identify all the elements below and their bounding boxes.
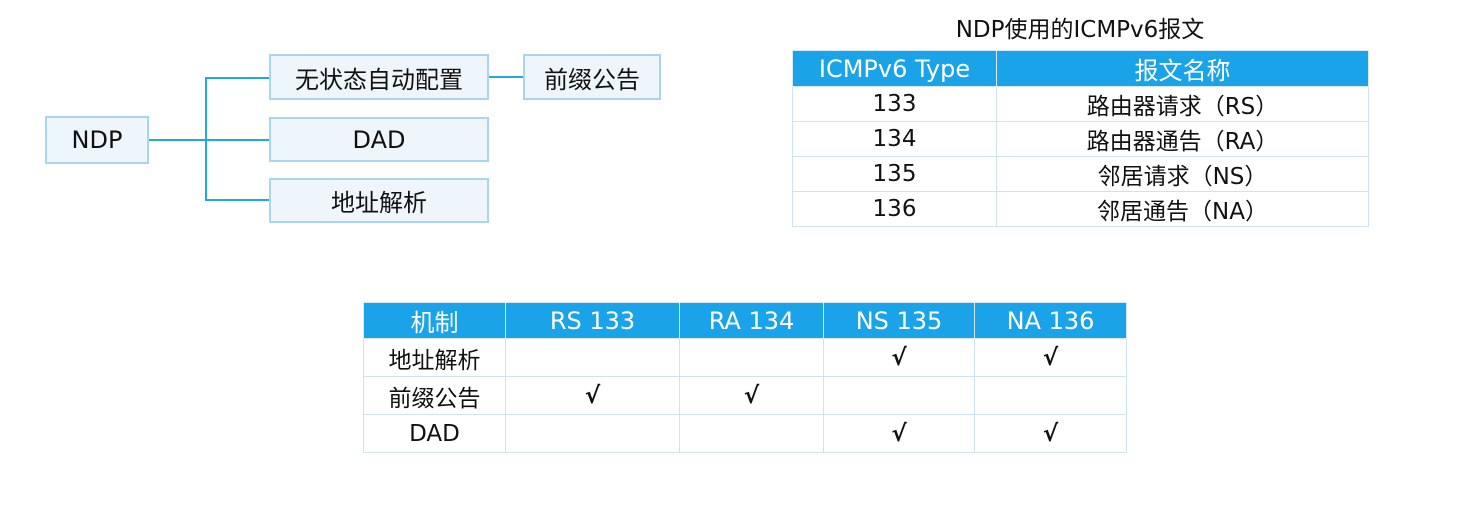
table-row: 前缀公告 √ √ <box>363 376 1127 415</box>
table-row: 133 路由器请求（RS） <box>792 86 1369 122</box>
mechanism-name-cell: 地址解析 <box>363 338 506 377</box>
type-table-title: NDP使用的ICMPv6报文 <box>955 17 1205 43</box>
check-cell <box>505 338 680 377</box>
check-cell <box>823 376 975 415</box>
ndp-root-label: NDP <box>71 126 123 154</box>
type-cell: 136 <box>792 191 997 227</box>
type-cell: 133 <box>792 86 997 122</box>
mechanism-header-cell: RA 134 <box>679 302 824 339</box>
check-cell <box>974 376 1127 415</box>
message-name-cell: 路由器请求（RS） <box>996 86 1369 122</box>
check-cell: √ <box>505 376 680 415</box>
mechanism-name-cell: DAD <box>363 414 506 453</box>
check-cell: √ <box>823 414 975 453</box>
ndp-root-box: NDP <box>45 116 149 164</box>
table-row: DAD √ √ <box>363 414 1127 453</box>
message-name-cell: 邻居请求（NS） <box>996 156 1369 192</box>
branch-label-slaac: 无状态自动配置 <box>295 65 463 94</box>
branch-box-slaac: 无状态自动配置 <box>269 54 489 100</box>
message-name-cell: 邻居通告（NA） <box>996 191 1369 227</box>
connector-branch-1 <box>205 77 270 79</box>
type-table-header-row: ICMPv6 Type 报文名称 <box>792 50 1369 87</box>
connector-sub <box>488 76 524 78</box>
sub-box-prefix-announcement: 前缀公告 <box>523 54 661 100</box>
type-cell: 134 <box>792 121 997 157</box>
type-cell: 135 <box>792 156 997 192</box>
check-cell <box>679 338 824 377</box>
check-cell: √ <box>974 338 1127 377</box>
type-table: ICMPv6 Type 报文名称 133 路由器请求（RS） 134 路由器通告… <box>792 50 1369 227</box>
branch-box-dad: DAD <box>269 117 489 162</box>
mechanism-header-row: 机制 RS 133 RA 134 NS 135 NA 136 <box>363 302 1127 339</box>
check-cell <box>679 414 824 453</box>
type-header-cell: 报文名称 <box>996 50 1369 87</box>
table-row: 地址解析 √ √ <box>363 338 1127 377</box>
table-row: 135 邻居请求（NS） <box>792 156 1369 192</box>
connector-root <box>149 139 206 141</box>
check-cell: √ <box>974 414 1127 453</box>
mechanism-header-cell: NA 136 <box>974 302 1127 339</box>
type-header-cell: ICMPv6 Type <box>792 50 997 87</box>
branch-box-address-resolution: 地址解析 <box>269 178 489 223</box>
mechanism-table: 机制 RS 133 RA 134 NS 135 NA 136 地址解析 √ √ … <box>363 302 1127 453</box>
table-row: 136 邻居通告（NA） <box>792 191 1369 227</box>
sub-label-prefix-announcement: 前缀公告 <box>544 65 640 94</box>
mechanism-header-cell: RS 133 <box>505 302 680 339</box>
mechanism-header-cell: 机制 <box>363 302 506 339</box>
check-cell: √ <box>679 376 824 415</box>
mechanism-header-cell: NS 135 <box>823 302 975 339</box>
connector-branch-3 <box>205 199 270 201</box>
branch-label-address-resolution: 地址解析 <box>331 189 427 217</box>
check-cell <box>505 414 680 453</box>
check-cell: √ <box>823 338 975 377</box>
branch-label-dad: DAD <box>352 125 406 154</box>
mechanism-name-cell: 前缀公告 <box>363 376 506 415</box>
connector-branch-2 <box>205 139 270 141</box>
message-name-cell: 路由器通告（RA） <box>996 121 1369 157</box>
table-row: 134 路由器通告（RA） <box>792 121 1369 157</box>
